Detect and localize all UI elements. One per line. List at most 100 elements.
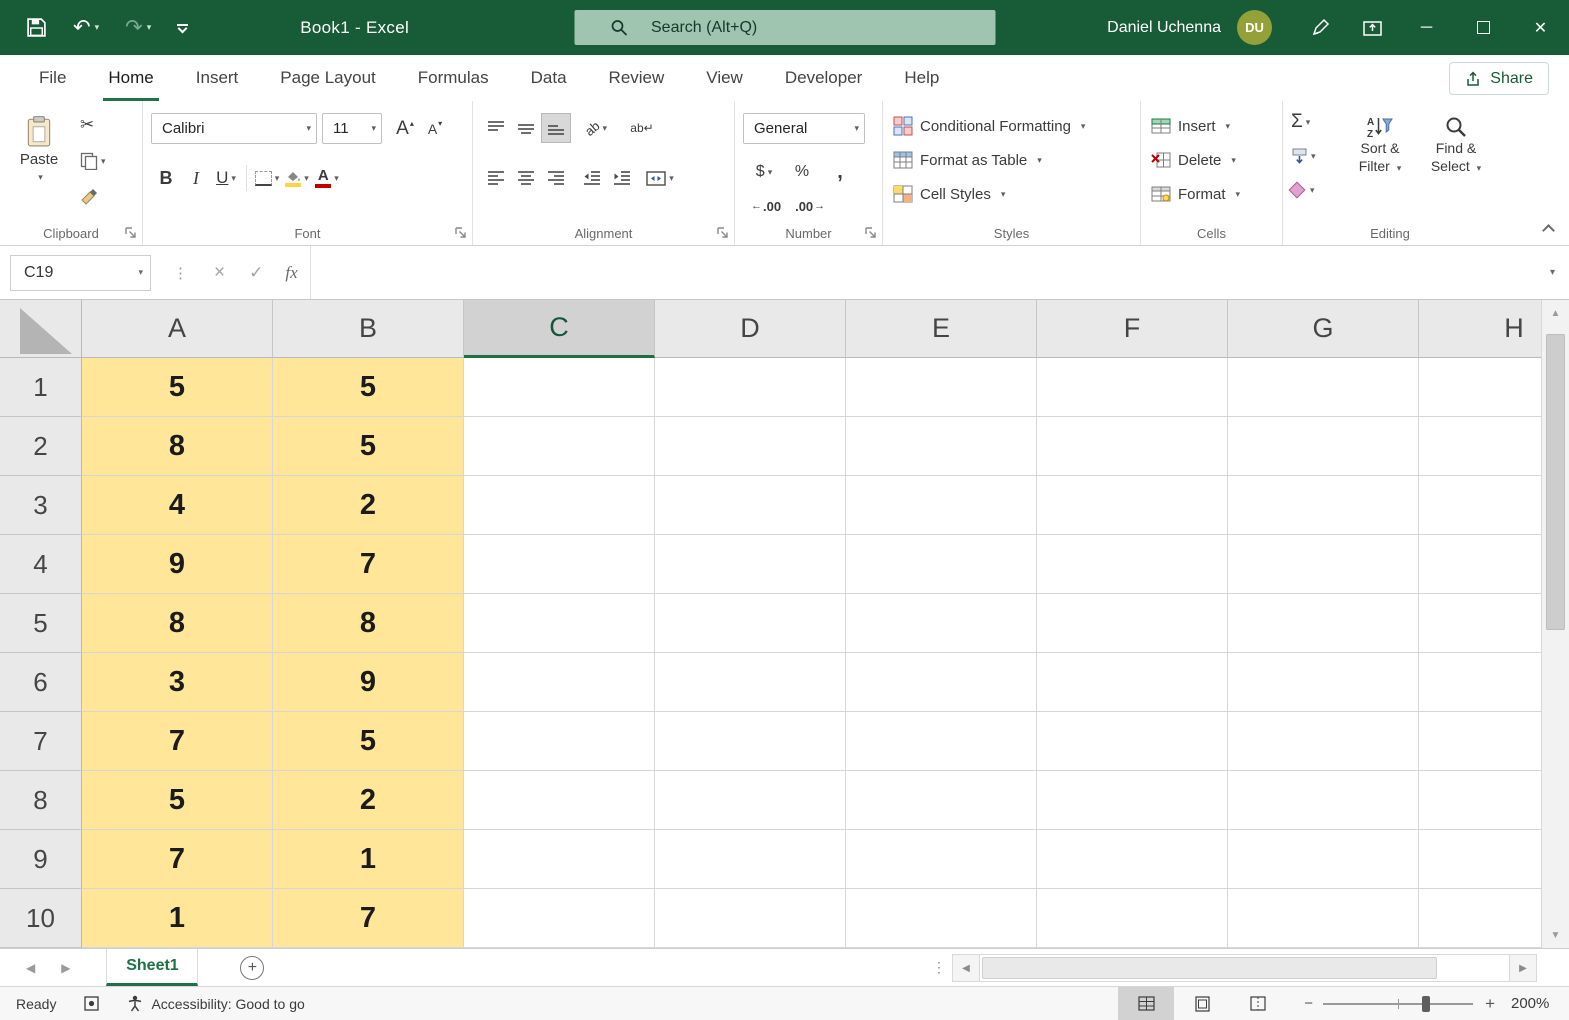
- cell-E6[interactable]: [846, 653, 1037, 712]
- cell-C1[interactable]: [464, 358, 655, 417]
- tab-help[interactable]: Help: [883, 55, 960, 101]
- cell-H3[interactable]: [1419, 476, 1541, 535]
- avatar[interactable]: DU: [1237, 10, 1272, 45]
- cell-G10[interactable]: [1228, 889, 1419, 948]
- cell-A7[interactable]: 7: [82, 712, 273, 771]
- cell-E10[interactable]: [846, 889, 1037, 948]
- borders-button[interactable]: ▾: [252, 163, 282, 193]
- search-box[interactable]: Search (Alt+Q): [574, 10, 995, 45]
- cell-D1[interactable]: [655, 358, 846, 417]
- find-select-button[interactable]: Find & Select ▾: [1421, 107, 1491, 219]
- wrap-text-button[interactable]: ab↵: [627, 113, 657, 143]
- font-color-button[interactable]: A ▾: [312, 163, 342, 193]
- normal-view-button[interactable]: [1118, 987, 1174, 1020]
- scroll-up-icon[interactable]: ▲: [1542, 300, 1569, 326]
- percent-style-button[interactable]: %: [787, 157, 817, 187]
- accounting-format-button[interactable]: $▾: [749, 157, 779, 187]
- column-header-F[interactable]: F: [1037, 300, 1228, 358]
- cell-H2[interactable]: [1419, 417, 1541, 476]
- tab-review[interactable]: Review: [588, 55, 686, 101]
- cell-G6[interactable]: [1228, 653, 1419, 712]
- row-header-10[interactable]: 10: [0, 889, 82, 948]
- merge-center-button[interactable]: ▾: [645, 163, 675, 193]
- column-header-A[interactable]: A: [82, 300, 273, 358]
- cell-G1[interactable]: [1228, 358, 1419, 417]
- paste-button[interactable]: Paste ▾: [10, 109, 68, 219]
- accessibility-status[interactable]: Accessibility: Good to go: [127, 995, 304, 1012]
- dialog-launcher-icon[interactable]: [455, 227, 467, 239]
- cell-E8[interactable]: [846, 771, 1037, 830]
- sheet-nav-right-icon[interactable]: ▶: [61, 961, 70, 975]
- scroll-left-icon[interactable]: ◀: [952, 954, 980, 982]
- cell-F3[interactable]: [1037, 476, 1228, 535]
- minimize-button[interactable]: ─: [1398, 0, 1455, 55]
- sheet-tab-sheet1[interactable]: Sheet1: [106, 949, 198, 986]
- cell-D5[interactable]: [655, 594, 846, 653]
- cell-F5[interactable]: [1037, 594, 1228, 653]
- cell-D3[interactable]: [655, 476, 846, 535]
- row-header-2[interactable]: 2: [0, 417, 82, 476]
- tab-home[interactable]: Home: [87, 55, 174, 101]
- maximize-button[interactable]: [1455, 0, 1512, 55]
- row-header-4[interactable]: 4: [0, 535, 82, 594]
- formula-bar-expand-icon[interactable]: ▾: [1536, 267, 1569, 278]
- cell-F4[interactable]: [1037, 535, 1228, 594]
- cell-C6[interactable]: [464, 653, 655, 712]
- cell-H9[interactable]: [1419, 830, 1541, 889]
- cell-B3[interactable]: 2: [273, 476, 464, 535]
- row-header-5[interactable]: 5: [0, 594, 82, 653]
- cell-F10[interactable]: [1037, 889, 1228, 948]
- fill-button[interactable]: ▾: [1291, 139, 1316, 173]
- dialog-launcher-icon[interactable]: [717, 227, 729, 239]
- user-name[interactable]: Daniel Uchenna: [1107, 19, 1221, 37]
- cell-A6[interactable]: 3: [82, 653, 273, 712]
- cell-B5[interactable]: 8: [273, 594, 464, 653]
- row-header-9[interactable]: 9: [0, 830, 82, 889]
- cell-G4[interactable]: [1228, 535, 1419, 594]
- tab-file[interactable]: File: [18, 55, 87, 101]
- cell-F8[interactable]: [1037, 771, 1228, 830]
- confirm-entry-icon[interactable]: ✓: [249, 263, 263, 283]
- increase-decimal-button[interactable]: ←.00: [749, 191, 782, 221]
- cell-G2[interactable]: [1228, 417, 1419, 476]
- cell-F7[interactable]: [1037, 712, 1228, 771]
- cell-E4[interactable]: [846, 535, 1037, 594]
- vertical-scroll-thumb[interactable]: [1546, 334, 1565, 630]
- cell-H4[interactable]: [1419, 535, 1541, 594]
- formula-bar-grip[interactable]: ⋮: [173, 264, 188, 282]
- cell-A8[interactable]: 5: [82, 771, 273, 830]
- column-header-D[interactable]: D: [655, 300, 846, 358]
- cell-E5[interactable]: [846, 594, 1037, 653]
- cell-G3[interactable]: [1228, 476, 1419, 535]
- insert-cells-button[interactable]: Insert ▾: [1141, 109, 1282, 143]
- conditional-formatting-button[interactable]: Conditional Formatting ▾: [883, 109, 1140, 143]
- redo-button[interactable]: ↷▾: [125, 17, 151, 38]
- column-header-E[interactable]: E: [846, 300, 1037, 358]
- formula-input[interactable]: [310, 246, 1536, 299]
- vertical-scrollbar[interactable]: ▲ ▼: [1541, 300, 1569, 948]
- sort-filter-button[interactable]: AZ Sort & Filter ▾: [1345, 107, 1415, 219]
- row-header-8[interactable]: 8: [0, 771, 82, 830]
- cell-B7[interactable]: 5: [273, 712, 464, 771]
- cell-E7[interactable]: [846, 712, 1037, 771]
- cell-C5[interactable]: [464, 594, 655, 653]
- name-box[interactable]: C19 ▾: [10, 255, 151, 291]
- column-header-H[interactable]: H: [1419, 300, 1541, 358]
- orientation-button[interactable]: ab▾: [581, 113, 611, 143]
- cell-G9[interactable]: [1228, 830, 1419, 889]
- cell-D7[interactable]: [655, 712, 846, 771]
- cell-E9[interactable]: [846, 830, 1037, 889]
- cell-H8[interactable]: [1419, 771, 1541, 830]
- zoom-out-button[interactable]: −: [1304, 995, 1313, 1012]
- increase-indent-button[interactable]: [607, 163, 637, 193]
- sheet-nav-left-icon[interactable]: ◀: [26, 961, 35, 975]
- dialog-launcher-icon[interactable]: [865, 227, 877, 239]
- cell-B4[interactable]: 7: [273, 535, 464, 594]
- cell-C4[interactable]: [464, 535, 655, 594]
- cell-D2[interactable]: [655, 417, 846, 476]
- cell-B1[interactable]: 5: [273, 358, 464, 417]
- cell-B2[interactable]: 5: [273, 417, 464, 476]
- comma-style-button[interactable]: ,: [825, 157, 855, 187]
- autosum-button[interactable]: Σ▾: [1291, 105, 1316, 139]
- cell-G8[interactable]: [1228, 771, 1419, 830]
